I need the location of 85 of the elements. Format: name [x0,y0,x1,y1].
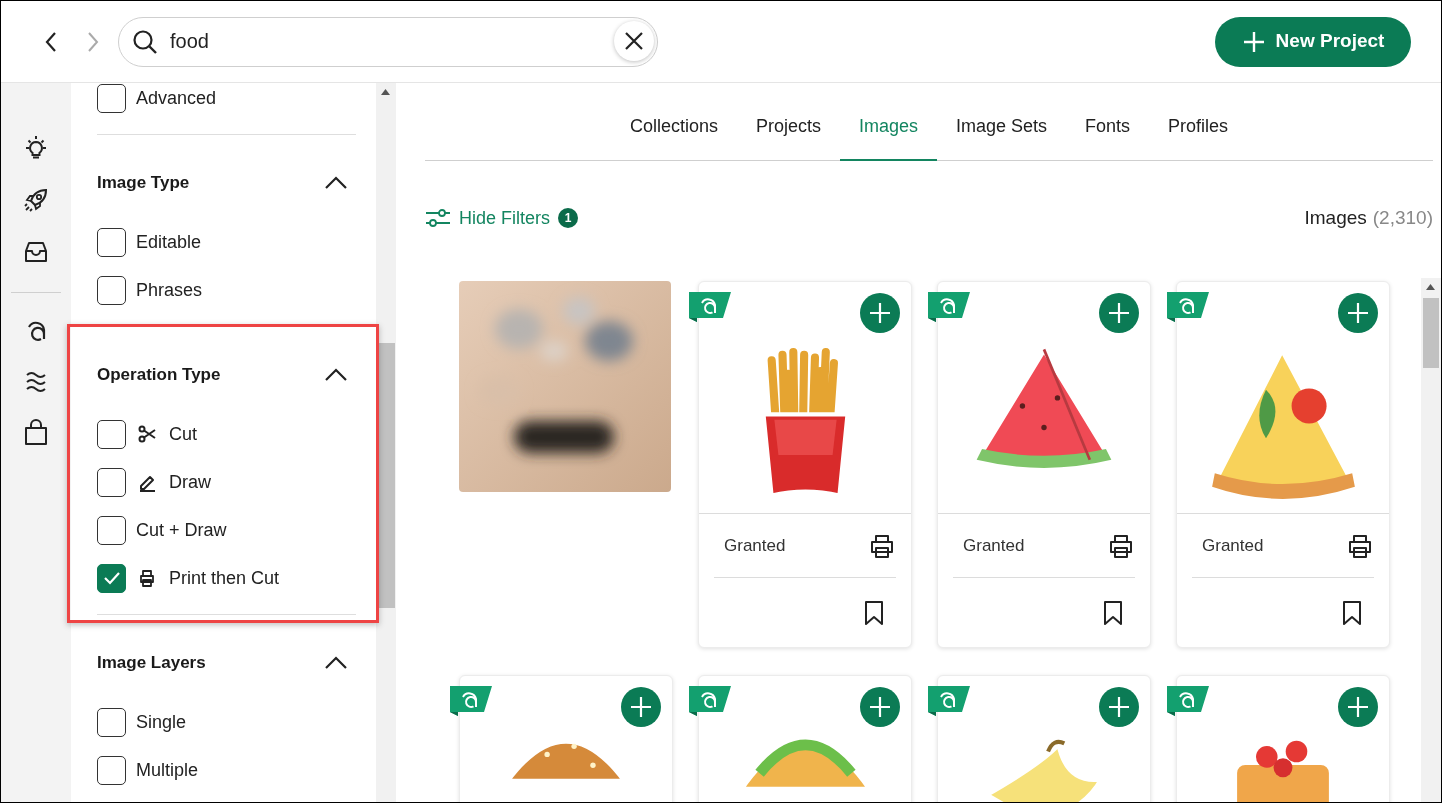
license-status: Granted [1202,534,1264,557]
image-card[interactable]: Granted [698,281,912,648]
results-label: Images [1304,205,1367,230]
plus-icon [1347,696,1369,718]
scrollbar-thumb[interactable] [1423,298,1439,368]
new-project-button[interactable]: New Project [1215,16,1411,67]
bookmark-icon [1103,599,1123,626]
printer-icon[interactable] [1347,532,1373,559]
image-card[interactable]: Granted [937,281,1151,648]
section-title: Image Type [97,172,190,195]
add-button[interactable] [621,687,661,727]
add-button[interactable] [1099,293,1139,333]
add-button[interactable] [860,687,900,727]
filter-count-badge: 1 [558,208,579,228]
ribbon-badge [928,292,970,322]
plus-icon [1108,696,1130,718]
plus-icon [869,696,891,718]
printer-icon[interactable] [869,532,895,559]
ribbon-badge [450,686,492,716]
sliders-icon [425,208,451,228]
plus-icon [869,302,891,324]
checkbox[interactable] [97,467,126,497]
waves-icon[interactable] [24,369,48,395]
chevron-up-icon[interactable] [324,656,348,670]
bookmark-icon [864,599,884,626]
scrollbar[interactable] [1421,278,1441,802]
plus-icon [1108,302,1130,324]
close-icon [624,30,644,51]
tab[interactable]: Profiles [1149,105,1248,161]
checkbox-label: Editable [136,230,202,254]
section-title: Image Layers [97,652,206,675]
license-status: Granted [963,534,1025,557]
checkbox[interactable] [97,419,126,449]
checkbox[interactable] [97,755,126,785]
checkbox-label: Cut [169,422,197,446]
checkbox[interactable] [97,227,126,257]
scissors-icon [138,424,157,444]
ribbon-badge [1167,686,1209,716]
chevron-up-icon[interactable] [324,368,348,382]
checkbox[interactable] [97,275,126,305]
results-count: (2,310) [1372,205,1433,230]
checkbox-label: Phrases [136,278,203,302]
back-icon[interactable] [44,30,58,53]
checkbox-label: Multiple [136,758,199,782]
plus-icon [1241,29,1266,54]
tab[interactable]: Fonts [1066,105,1150,161]
printer-icon [138,568,157,588]
bookmark-icon [1342,599,1362,626]
checkbox[interactable] [97,707,126,737]
scrollbar[interactable] [376,83,396,802]
checkbox-label: Draw [169,470,211,494]
checkbox-label: Advanced [136,86,217,110]
checkbox-label: Print then Cut [169,566,280,590]
scroll-up-icon[interactable] [381,89,390,95]
search-icon [132,28,158,55]
plus-icon [630,696,652,718]
tab[interactable]: Image Sets [937,105,1067,161]
ribbon-badge [1167,292,1209,322]
add-button[interactable] [1338,687,1378,727]
checkbox-label: Single [136,710,187,734]
tab[interactable]: Collections [610,105,737,161]
chevron-up-icon[interactable] [324,176,348,190]
logo-icon[interactable] [25,319,47,343]
tab[interactable]: Projects [736,105,840,161]
ribbon-badge [689,686,731,716]
ribbon-badge [928,686,970,716]
checkbox-label: Cut + Draw [136,518,227,542]
search-field[interactable]: food [118,16,658,67]
rocket-icon[interactable] [22,186,50,214]
checkbox[interactable] [97,515,126,545]
shopping-bag-icon[interactable] [23,419,49,447]
ribbon-badge [689,292,731,322]
checkbox[interactable] [97,83,126,113]
add-button[interactable] [860,293,900,333]
add-button[interactable] [1099,687,1139,727]
section-title: Operation Type [97,364,221,387]
printer-icon[interactable] [1108,532,1134,559]
hide-filters-button[interactable]: Hide Filters [425,204,551,232]
scroll-up-icon[interactable] [1426,284,1435,290]
plus-icon [1347,302,1369,324]
tab[interactable]: Images [839,105,937,161]
checkbox[interactable] [97,563,126,593]
license-status: Granted [724,534,786,557]
image-card[interactable]: Granted [1176,281,1390,648]
add-button[interactable] [1338,293,1378,333]
